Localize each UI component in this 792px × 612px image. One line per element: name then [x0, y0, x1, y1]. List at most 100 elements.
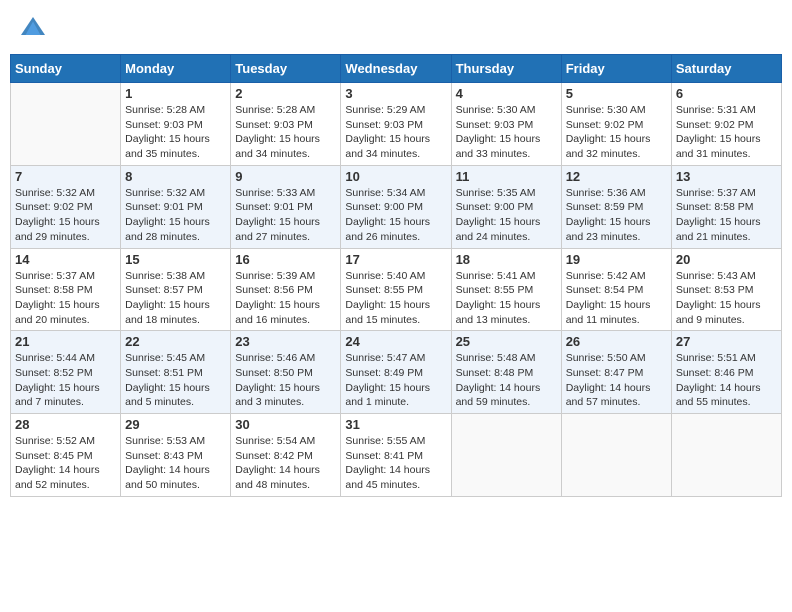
calendar-day-cell: 10 Sunrise: 5:34 AM Sunset: 9:00 PM Dayli…	[341, 165, 451, 248]
day-number: 11	[456, 169, 557, 184]
day-info: Sunrise: 5:46 AM Sunset: 8:50 PM Dayligh…	[235, 351, 336, 410]
page-header	[10, 10, 782, 48]
day-number: 24	[345, 334, 446, 349]
day-number: 7	[15, 169, 116, 184]
day-info: Sunrise: 5:38 AM Sunset: 8:57 PM Dayligh…	[125, 269, 226, 328]
day-info: Sunrise: 5:37 AM Sunset: 8:58 PM Dayligh…	[676, 186, 777, 245]
day-info: Sunrise: 5:53 AM Sunset: 8:43 PM Dayligh…	[125, 434, 226, 493]
calendar-day-cell: 31 Sunrise: 5:55 AM Sunset: 8:41 PM Dayli…	[341, 414, 451, 497]
day-number: 15	[125, 252, 226, 267]
calendar-day-cell: 16 Sunrise: 5:39 AM Sunset: 8:56 PM Dayli…	[231, 248, 341, 331]
day-info: Sunrise: 5:34 AM Sunset: 9:00 PM Dayligh…	[345, 186, 446, 245]
calendar-day-cell	[11, 83, 121, 166]
calendar-week-row: 21 Sunrise: 5:44 AM Sunset: 8:52 PM Dayli…	[11, 331, 782, 414]
day-number: 10	[345, 169, 446, 184]
day-header-sunday: Sunday	[11, 55, 121, 83]
day-info: Sunrise: 5:28 AM Sunset: 9:03 PM Dayligh…	[235, 103, 336, 162]
calendar-day-cell: 29 Sunrise: 5:53 AM Sunset: 8:43 PM Dayli…	[121, 414, 231, 497]
calendar-day-cell: 14Sunrise: 5:37 AM Sunset: 8:58 PM Dayli…	[11, 248, 121, 331]
calendar-day-cell	[561, 414, 671, 497]
calendar-table: SundayMondayTuesdayWednesdayThursdayFrid…	[10, 54, 782, 497]
day-info: Sunrise: 5:55 AM Sunset: 8:41 PM Dayligh…	[345, 434, 446, 493]
day-info: Sunrise: 5:43 AM Sunset: 8:53 PM Dayligh…	[676, 269, 777, 328]
day-info: Sunrise: 5:47 AM Sunset: 8:49 PM Dayligh…	[345, 351, 446, 410]
day-number: 21	[15, 334, 116, 349]
day-info: Sunrise: 5:42 AM Sunset: 8:54 PM Dayligh…	[566, 269, 667, 328]
day-header-thursday: Thursday	[451, 55, 561, 83]
day-number: 6	[676, 86, 777, 101]
calendar-week-row: 14Sunrise: 5:37 AM Sunset: 8:58 PM Dayli…	[11, 248, 782, 331]
day-number: 29	[125, 417, 226, 432]
calendar-week-row: 7 Sunrise: 5:32 AM Sunset: 9:02 PM Daylig…	[11, 165, 782, 248]
day-info: Sunrise: 5:50 AM Sunset: 8:47 PM Dayligh…	[566, 351, 667, 410]
day-number: 5	[566, 86, 667, 101]
day-number: 9	[235, 169, 336, 184]
day-info: Sunrise: 5:32 AM Sunset: 9:02 PM Dayligh…	[15, 186, 116, 245]
calendar-day-cell: 19 Sunrise: 5:42 AM Sunset: 8:54 PM Dayli…	[561, 248, 671, 331]
calendar-day-cell: 7 Sunrise: 5:32 AM Sunset: 9:02 PM Daylig…	[11, 165, 121, 248]
day-header-friday: Friday	[561, 55, 671, 83]
day-info: Sunrise: 5:54 AM Sunset: 8:42 PM Dayligh…	[235, 434, 336, 493]
calendar-day-cell: 11 Sunrise: 5:35 AM Sunset: 9:00 PM Dayli…	[451, 165, 561, 248]
day-number: 3	[345, 86, 446, 101]
calendar-day-cell: 5 Sunrise: 5:30 AM Sunset: 9:02 PM Daylig…	[561, 83, 671, 166]
day-number: 4	[456, 86, 557, 101]
calendar-day-cell: 15 Sunrise: 5:38 AM Sunset: 8:57 PM Dayli…	[121, 248, 231, 331]
calendar-day-cell: 23 Sunrise: 5:46 AM Sunset: 8:50 PM Dayli…	[231, 331, 341, 414]
logo-icon	[18, 14, 48, 44]
calendar-day-cell: 13 Sunrise: 5:37 AM Sunset: 8:58 PM Dayli…	[671, 165, 781, 248]
calendar-day-cell: 21 Sunrise: 5:44 AM Sunset: 8:52 PM Dayli…	[11, 331, 121, 414]
day-info: Sunrise: 5:30 AM Sunset: 9:02 PM Dayligh…	[566, 103, 667, 162]
day-info: Sunrise: 5:52 AM Sunset: 8:45 PM Dayligh…	[15, 434, 116, 493]
day-info: Sunrise: 5:44 AM Sunset: 8:52 PM Dayligh…	[15, 351, 116, 410]
calendar-day-cell: 12 Sunrise: 5:36 AM Sunset: 8:59 PM Dayli…	[561, 165, 671, 248]
day-number: 23	[235, 334, 336, 349]
day-info: Sunrise: 5:45 AM Sunset: 8:51 PM Dayligh…	[125, 351, 226, 410]
day-number: 30	[235, 417, 336, 432]
calendar-day-cell: 9Sunrise: 5:33 AM Sunset: 9:01 PM Daylig…	[231, 165, 341, 248]
calendar-day-cell: 22Sunrise: 5:45 AM Sunset: 8:51 PM Dayli…	[121, 331, 231, 414]
calendar-day-cell: 1Sunrise: 5:28 AM Sunset: 9:03 PM Daylig…	[121, 83, 231, 166]
calendar-day-cell: 27 Sunrise: 5:51 AM Sunset: 8:46 PM Dayli…	[671, 331, 781, 414]
calendar-day-cell: 20Sunrise: 5:43 AM Sunset: 8:53 PM Dayli…	[671, 248, 781, 331]
day-number: 27	[676, 334, 777, 349]
day-info: Sunrise: 5:36 AM Sunset: 8:59 PM Dayligh…	[566, 186, 667, 245]
day-info: Sunrise: 5:29 AM Sunset: 9:03 PM Dayligh…	[345, 103, 446, 162]
day-info: Sunrise: 5:51 AM Sunset: 8:46 PM Dayligh…	[676, 351, 777, 410]
calendar-header-row: SundayMondayTuesdayWednesdayThursdayFrid…	[11, 55, 782, 83]
day-header-wednesday: Wednesday	[341, 55, 451, 83]
calendar-day-cell: 17Sunrise: 5:40 AM Sunset: 8:55 PM Dayli…	[341, 248, 451, 331]
day-number: 31	[345, 417, 446, 432]
calendar-day-cell: 3 Sunrise: 5:29 AM Sunset: 9:03 PM Daylig…	[341, 83, 451, 166]
calendar-day-cell: 24 Sunrise: 5:47 AM Sunset: 8:49 PM Dayli…	[341, 331, 451, 414]
calendar-day-cell: 28 Sunrise: 5:52 AM Sunset: 8:45 PM Dayli…	[11, 414, 121, 497]
day-number: 25	[456, 334, 557, 349]
day-number: 19	[566, 252, 667, 267]
calendar-day-cell: 4 Sunrise: 5:30 AM Sunset: 9:03 PM Daylig…	[451, 83, 561, 166]
calendar-week-row: 28 Sunrise: 5:52 AM Sunset: 8:45 PM Dayli…	[11, 414, 782, 497]
calendar-week-row: 1Sunrise: 5:28 AM Sunset: 9:03 PM Daylig…	[11, 83, 782, 166]
day-info: Sunrise: 5:32 AM Sunset: 9:01 PM Dayligh…	[125, 186, 226, 245]
calendar-day-cell: 26Sunrise: 5:50 AM Sunset: 8:47 PM Dayli…	[561, 331, 671, 414]
day-number: 13	[676, 169, 777, 184]
day-info: Sunrise: 5:48 AM Sunset: 8:48 PM Dayligh…	[456, 351, 557, 410]
day-number: 12	[566, 169, 667, 184]
day-info: Sunrise: 5:31 AM Sunset: 9:02 PM Dayligh…	[676, 103, 777, 162]
day-info: Sunrise: 5:41 AM Sunset: 8:55 PM Dayligh…	[456, 269, 557, 328]
day-number: 16	[235, 252, 336, 267]
day-info: Sunrise: 5:39 AM Sunset: 8:56 PM Dayligh…	[235, 269, 336, 328]
day-info: Sunrise: 5:37 AM Sunset: 8:58 PM Dayligh…	[15, 269, 116, 328]
logo	[18, 14, 52, 44]
calendar-day-cell: 25 Sunrise: 5:48 AM Sunset: 8:48 PM Dayli…	[451, 331, 561, 414]
calendar-day-cell: 2Sunrise: 5:28 AM Sunset: 9:03 PM Daylig…	[231, 83, 341, 166]
day-info: Sunrise: 5:30 AM Sunset: 9:03 PM Dayligh…	[456, 103, 557, 162]
day-header-saturday: Saturday	[671, 55, 781, 83]
calendar-day-cell: 6 Sunrise: 5:31 AM Sunset: 9:02 PM Daylig…	[671, 83, 781, 166]
day-header-monday: Monday	[121, 55, 231, 83]
day-number: 17	[345, 252, 446, 267]
day-info: Sunrise: 5:35 AM Sunset: 9:00 PM Dayligh…	[456, 186, 557, 245]
calendar-day-cell: 18Sunrise: 5:41 AM Sunset: 8:55 PM Dayli…	[451, 248, 561, 331]
day-number: 8	[125, 169, 226, 184]
day-number: 28	[15, 417, 116, 432]
calendar-day-cell: 30 Sunrise: 5:54 AM Sunset: 8:42 PM Dayli…	[231, 414, 341, 497]
